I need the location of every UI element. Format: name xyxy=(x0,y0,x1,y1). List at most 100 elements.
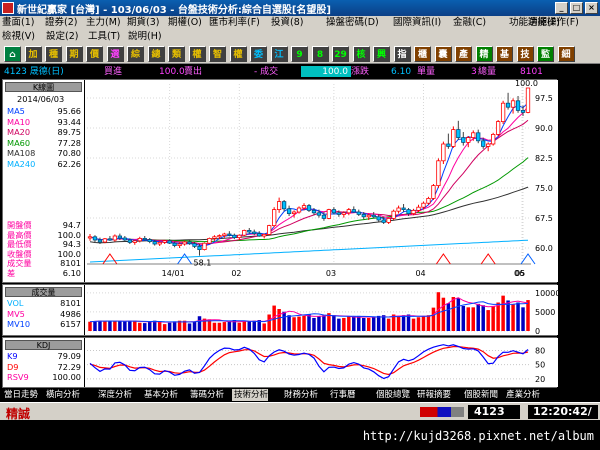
analysis-tab[interactable]: 財務分析 xyxy=(282,389,318,401)
toolbar-button[interactable]: 權 xyxy=(188,46,206,62)
volume-chart[interactable]: 0 5000 10000 xyxy=(85,285,558,336)
toolbar-button[interactable]: 類 xyxy=(168,46,185,62)
candle-body xyxy=(182,241,187,245)
kd-chart[interactable]: 20 50 80 xyxy=(85,338,558,387)
candle-body xyxy=(286,208,292,215)
volume-bar xyxy=(98,320,102,331)
toolbar-button[interactable]: 加 xyxy=(24,46,42,62)
candle-body xyxy=(187,241,192,244)
status-brand: 精誠 xyxy=(6,407,31,421)
analysis-tab[interactable]: 個股總覽 xyxy=(374,389,410,401)
price-y-tick: 60.0 xyxy=(535,244,553,253)
toolbar-button[interactable]: 智 xyxy=(209,46,226,62)
toolbar-button[interactable]: 綜 xyxy=(127,46,144,62)
toolbar-button[interactable]: 監 xyxy=(537,46,554,62)
toolbar-button[interactable]: 總 xyxy=(147,46,165,62)
analysis-tab[interactable]: 行事曆 xyxy=(328,389,356,401)
menu-item[interactable]: 設定(2) xyxy=(46,30,78,44)
analysis-tab[interactable]: 深度分析 xyxy=(96,389,132,401)
analysis-tab[interactable]: 基本分析 xyxy=(142,389,178,401)
close-button[interactable]: × xyxy=(585,2,598,14)
menu-item[interactable]: 期貨(3) xyxy=(127,16,159,30)
candle-body xyxy=(227,233,232,236)
menu-bar: 畫面(1) 證券(2) 主力(M) 期貨(3) 期權(O) 匯市利率(F) 投資(8) 操盤密… xyxy=(0,16,600,44)
analysis-tab[interactable]: 個股新聞 xyxy=(462,389,498,401)
analysis-tab[interactable]: 技術分析 xyxy=(232,389,269,401)
menu-item[interactable]: 期權(O) xyxy=(168,16,202,30)
candle-body xyxy=(117,235,123,239)
minimize-button[interactable]: _ xyxy=(555,2,568,14)
ma-value: 93.44 xyxy=(57,116,81,127)
volume-bar xyxy=(476,303,480,331)
toolbar-button[interactable]: 囊 xyxy=(434,46,452,62)
menu-item[interactable]: 畫面(1) xyxy=(2,16,34,30)
toolbar-button[interactable]: 指 xyxy=(393,46,411,62)
menu-item[interactable]: 國際資訊(I) xyxy=(393,16,441,30)
watermark-url: http://kujd3268.pixnet.net/album xyxy=(362,429,594,443)
menu-item[interactable]: 匯市利率(F) xyxy=(209,16,260,30)
volume-bar xyxy=(446,303,451,331)
toolbar-button[interactable]: 產 xyxy=(455,46,472,62)
volume-bar xyxy=(376,315,381,331)
ohlc-label: 成交量 xyxy=(7,258,32,268)
analysis-tab[interactable]: 當日走勢 xyxy=(2,389,38,401)
candle-body xyxy=(316,212,322,216)
trade-label: - 成交 xyxy=(254,67,279,77)
analysis-tab[interactable]: 研報摘要 xyxy=(415,389,451,401)
toolbar-button[interactable]: 核 xyxy=(352,46,370,62)
menu-item[interactable]: 工具(T) xyxy=(88,30,120,44)
candle-body xyxy=(167,240,172,244)
volume-bar xyxy=(287,315,291,331)
ma-label: MA108 xyxy=(7,148,36,158)
home-icon[interactable]: ⌂ xyxy=(4,46,21,62)
volume-bar xyxy=(411,318,416,331)
price-chart[interactable]: 60.0 67.5 75.0 82.5 90.0 97.5 14/01 02 03 04 05 06 1… xyxy=(85,80,558,282)
candle-body xyxy=(122,237,127,241)
volume-bar xyxy=(496,302,500,331)
volume-bar xyxy=(282,311,286,331)
toolbar-button[interactable]: 權 xyxy=(229,46,247,62)
toolbar-button[interactable]: 種 xyxy=(45,46,62,62)
toolbar-button[interactable]: 江 xyxy=(270,46,288,62)
toolbar-button[interactable]: 價 xyxy=(86,46,103,62)
candle-body xyxy=(371,214,376,218)
ohlc-value: 8101 xyxy=(60,258,81,268)
menu-item[interactable]: 投資(8) xyxy=(271,16,303,30)
toolbar-button[interactable]: 9 xyxy=(291,46,308,62)
price-y-tick: 82.5 xyxy=(535,154,553,163)
toolbar-button[interactable]: 興 xyxy=(373,46,390,62)
menu-item[interactable]: 證券(2) xyxy=(45,16,77,30)
menu-item[interactable]: 金融(C) xyxy=(453,16,486,30)
volume-bar xyxy=(396,315,401,331)
toolbar-button[interactable]: 選 xyxy=(106,46,124,62)
maximize-button[interactable]: □ xyxy=(570,2,583,14)
price-panel: K線圖 2014/06/03 MA5 95.66 MA10 93.44 MA20 89.7… xyxy=(2,79,558,283)
menu-item[interactable]: 功能操作(F) xyxy=(528,16,579,30)
menu-item[interactable]: 主力(M) xyxy=(86,16,121,30)
volume-bar xyxy=(516,302,520,331)
toolbar-button[interactable]: 期 xyxy=(65,46,83,62)
volume-bar xyxy=(138,322,142,331)
toolbar-button[interactable]: 技 xyxy=(516,46,534,62)
toolbar-button[interactable]: 29 xyxy=(332,46,349,62)
toolbar-button[interactable]: 精 xyxy=(475,46,493,62)
ohlc-value: 94.3 xyxy=(62,239,81,249)
analysis-tab[interactable]: 橫向分析 xyxy=(44,389,80,401)
analysis-tab[interactable]: 產業分析 xyxy=(504,389,540,401)
toolbar-button[interactable]: 基 xyxy=(496,46,513,62)
menu-item[interactable]: 檢視(V) xyxy=(2,30,35,44)
toolbar-button[interactable]: 8 xyxy=(311,46,329,62)
menu-item[interactable]: 說明(H) xyxy=(128,30,162,44)
toolbar-button[interactable]: 櫃 xyxy=(414,46,431,62)
menu-item[interactable]: 操盤密碼(D) xyxy=(326,16,379,30)
price-x-tick: 04 xyxy=(415,269,425,278)
watermark-strip: http://kujd3268.pixnet.net/album xyxy=(0,421,600,450)
volume-bar xyxy=(157,321,162,331)
volume-legend: 成交量 VOL 8101 MV5 4986 MV10 6157 xyxy=(3,285,84,335)
toolbar-button[interactable]: 委 xyxy=(250,46,267,62)
volume-bar xyxy=(401,315,406,331)
candle-body xyxy=(505,102,511,108)
candle-body xyxy=(132,240,137,243)
toolbar-button[interactable]: 細 xyxy=(557,46,575,62)
analysis-tab[interactable]: 籌碼分析 xyxy=(188,389,224,401)
